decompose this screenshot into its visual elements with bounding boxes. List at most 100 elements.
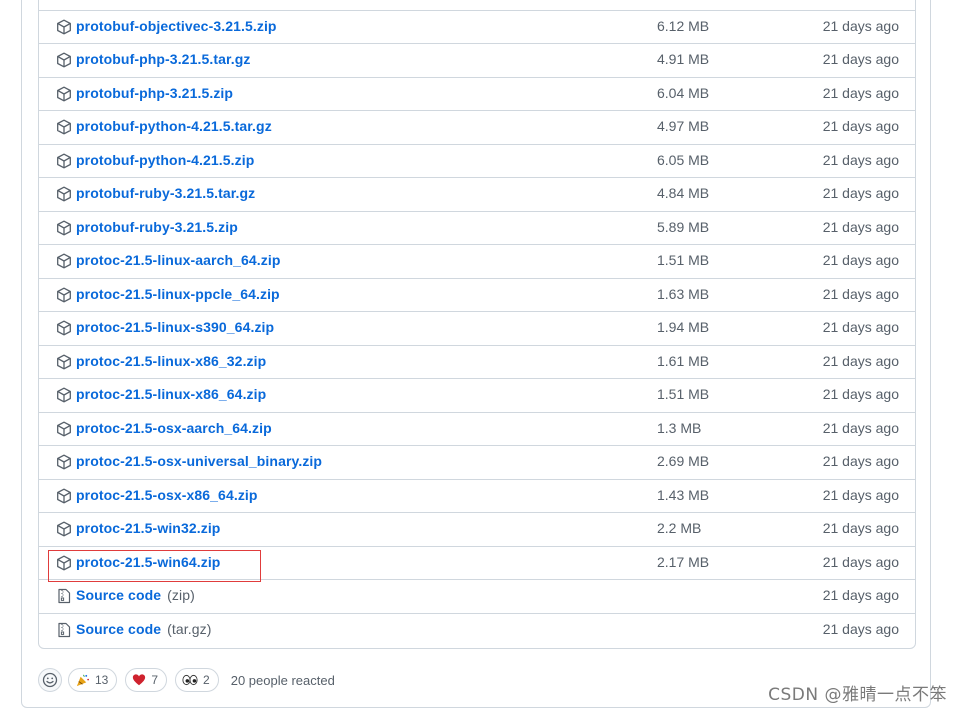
asset-name: protobuf-php-3.21.5.zip — [76, 84, 234, 101]
asset-name: protoc-21.5-linux-x86_64.zip — [76, 386, 267, 402]
asset-name: protoc-21.5-linux-s390_64.zip — [76, 319, 275, 335]
asset-link[interactable]: protoc-21.5-linux-aarch_64.zip — [76, 252, 281, 268]
release-page: protobuf-objectivec-3.21.5.tar.gz4.97 MB… — [0, 0, 963, 711]
asset-link[interactable]: protoc-21.5-win32.zip — [76, 520, 220, 536]
reactions-bar: 13 7 2 20 people reacted — [38, 666, 335, 694]
package-icon — [56, 186, 72, 202]
package-icon — [56, 287, 72, 303]
package-icon — [56, 488, 72, 504]
asset-size: 1.51 MB — [657, 386, 710, 402]
add-reaction-button[interactable] — [38, 668, 62, 692]
asset-link[interactable]: protoc-21.5-osx-x86_64.zip — [76, 487, 258, 503]
reaction-eyes[interactable]: 2 — [175, 668, 219, 692]
asset-size: 5.89 MB — [657, 218, 710, 235]
reaction-tada[interactable]: 13 — [68, 668, 118, 692]
package-icon — [56, 153, 72, 169]
asset-date: 21 days ago — [822, 17, 899, 34]
asset-name: Source code — [76, 620, 162, 637]
asset-link[interactable]: protoc-21.5-linux-s390_64.zip — [76, 319, 274, 335]
package-icon — [56, 52, 72, 68]
asset-link[interactable]: protobuf-objectivec-3.21.5.zip — [76, 18, 277, 34]
package-icon — [56, 19, 72, 35]
asset-date: 21 days ago — [822, 51, 899, 67]
asset-name: protoc-21.5-osx-aarch_64.zip — [76, 419, 272, 436]
asset-date: 21 days ago — [822, 185, 899, 201]
asset-link[interactable]: protoc-21.5-osx-universal_binary.zip — [76, 453, 322, 469]
reactions-summary: 20 people reacted — [230, 672, 335, 688]
eyes-icon — [182, 674, 198, 686]
asset-size: 6.04 MB — [657, 84, 710, 101]
asset-name: protoc-21.5-osx-universal_binary.zip — [76, 453, 323, 469]
asset-size: 4.97 MB — [657, 118, 710, 134]
package-icon — [56, 421, 72, 437]
asset-link[interactable]: protoc-21.5-osx-aarch_64.zip — [76, 420, 272, 436]
file-zip-icon — [56, 622, 72, 638]
asset-size: 1.61 MB — [657, 352, 710, 369]
asset-link[interactable]: protoc-21.5-win64.zip — [76, 554, 220, 570]
asset-link[interactable]: Source code (tar.gz) — [76, 621, 212, 637]
asset-date: 21 days ago — [822, 319, 899, 335]
asset-row: protoc-21.5-osx-x86_64.zip 1.43 MB 21 days… — [39, 478, 915, 513]
asset-name: protoc-21.5-win64.zip — [76, 553, 221, 570]
asset-row: protobuf-php-3.21.5.tar.gz 4.91 MB 21 days… — [39, 43, 915, 77]
asset-row: protobuf-python-4.21.5.tar.gz 4.97 MB 21 d… — [39, 110, 915, 144]
asset-link[interactable]: protobuf-python-4.21.5.zip — [76, 152, 254, 168]
asset-row: protobuf-objectivec-3.21.5.tar.gz4.97 MB… — [39, 0, 915, 10]
asset-date: 21 days ago — [822, 118, 899, 134]
asset-name: protoc-21.5-win32.zip — [76, 520, 221, 536]
asset-size: 2.69 MB — [657, 453, 710, 469]
asset-size: 6.12 MB — [657, 17, 710, 34]
reaction-heart[interactable]: 7 — [125, 668, 168, 692]
asset-row: protoc-21.5-win64.zip 2.17 MB 21 days ago — [39, 545, 915, 580]
asset-size: 6.05 MB — [657, 151, 710, 168]
asset-link[interactable]: protobuf-python-4.21.5.tar.gz — [76, 118, 272, 134]
package-icon — [56, 354, 72, 370]
asset-date: 21 days ago — [822, 285, 899, 302]
asset-name: Source code — [76, 587, 162, 603]
asset-link[interactable]: protoc-21.5-linux-x86_32.zip — [76, 353, 266, 369]
asset-name: protobuf-python-4.21.5.tar.gz — [76, 118, 272, 134]
assets-list: protobuf-objectivec-3.21.5.tar.gz4.97 MB… — [38, 0, 916, 649]
asset-row: protoc-21.5-win32.zip 2.2 MB 21 days ago — [39, 512, 915, 546]
asset-name: protoc-21.5-linux-aarch_64.zip — [76, 252, 281, 268]
asset-link[interactable]: protobuf-php-3.21.5.tar.gz — [76, 51, 251, 67]
asset-size: 1.3 MB — [657, 419, 702, 436]
asset-row: protoc-21.5-linux-ppcle_64.zip 1.63 MB 21 … — [39, 277, 915, 312]
asset-date: 21 days ago — [822, 352, 899, 369]
asset-date: 21 days ago — [822, 386, 899, 402]
package-icon — [56, 555, 72, 571]
asset-date: 21 days ago — [822, 620, 899, 637]
asset-date: 21 days ago — [822, 486, 899, 503]
reaction-eyes-count: 2 — [203, 673, 210, 687]
asset-format: (tar.gz) — [167, 620, 212, 637]
asset-row: protobuf-ruby-3.21.5.zip 5.89 MB 21 days a… — [39, 210, 915, 245]
asset-row: protoc-21.5-linux-aarch_64.zip 1.51 MB 21 … — [39, 244, 915, 278]
asset-link[interactable]: protoc-21.5-linux-x86_64.zip — [76, 386, 266, 402]
asset-date: 21 days ago — [822, 218, 899, 235]
asset-date: 21 days ago — [822, 252, 899, 268]
asset-size: 1.94 MB — [657, 319, 710, 335]
asset-date: 21 days ago — [822, 587, 899, 603]
reaction-tada-count: 13 — [95, 673, 109, 687]
asset-link[interactable]: protobuf-ruby-3.21.5.zip — [76, 219, 238, 235]
asset-link[interactable]: protoc-21.5-linux-ppcle_64.zip — [76, 286, 280, 302]
package-icon — [56, 320, 72, 336]
asset-name: protobuf-ruby-3.21.5.tar.gz — [76, 185, 256, 201]
asset-size: 4.84 MB — [657, 185, 710, 201]
asset-date: 21 days ago — [822, 520, 899, 536]
asset-link[interactable]: Source code (zip) — [76, 587, 195, 603]
asset-row: Source code (tar.gz) 21 days ago — [39, 612, 915, 647]
asset-name: protoc-21.5-linux-x86_32.zip — [76, 352, 267, 369]
asset-name: protobuf-ruby-3.21.5.zip — [76, 218, 238, 235]
asset-date: 21 days ago — [822, 151, 899, 168]
package-icon — [56, 119, 72, 135]
package-icon — [56, 253, 72, 269]
asset-size: 4.91 MB — [657, 51, 710, 67]
asset-link[interactable]: protobuf-php-3.21.5.zip — [76, 85, 233, 101]
asset-row: protobuf-python-4.21.5.zip 6.05 MB 21 days… — [39, 143, 915, 178]
asset-size: 1.43 MB — [657, 486, 710, 503]
asset-link[interactable]: protobuf-ruby-3.21.5.tar.gz — [76, 185, 255, 201]
asset-name: protobuf-php-3.21.5.tar.gz — [76, 51, 251, 67]
asset-name: protobuf-python-4.21.5.zip — [76, 151, 255, 168]
asset-size: 1.63 MB — [657, 285, 710, 302]
